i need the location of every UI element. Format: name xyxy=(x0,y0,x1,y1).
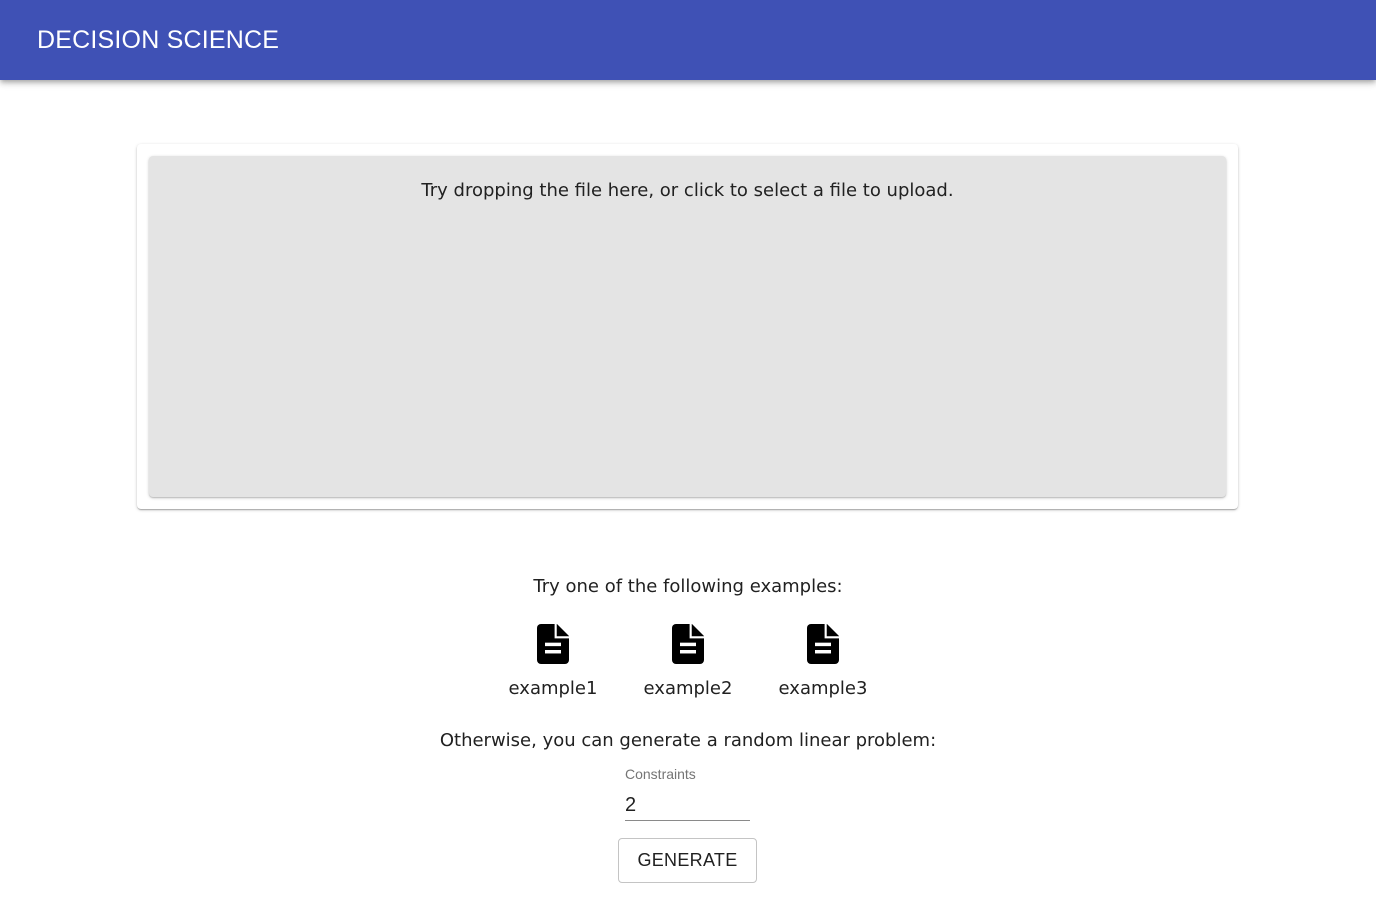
example-item-1[interactable]: example1 xyxy=(498,624,608,700)
dropzone-prompt: Try dropping the file here, or click to … xyxy=(421,180,954,201)
file-document-icon xyxy=(672,624,704,664)
app-title: DECISION SCIENCE xyxy=(37,26,280,54)
example-label: example1 xyxy=(508,678,598,699)
constraints-input[interactable] xyxy=(625,790,750,821)
constraints-label: Constraints xyxy=(625,766,696,782)
example-label: example2 xyxy=(643,678,733,699)
example-item-2[interactable]: example2 xyxy=(633,624,743,700)
app-bar: DECISION SCIENCE xyxy=(0,0,1376,80)
file-document-icon xyxy=(807,624,839,664)
generate-button[interactable]: GENERATE xyxy=(618,838,757,883)
generate-heading: Otherwise, you can generate a random lin… xyxy=(439,730,937,751)
examples-heading: Try one of the following examples: xyxy=(533,576,843,597)
upload-card: Try dropping the file here, or click to … xyxy=(137,144,1238,509)
example-item-3[interactable]: example3 xyxy=(768,624,878,700)
file-document-icon xyxy=(537,624,569,664)
file-dropzone[interactable]: Try dropping the file here, or click to … xyxy=(149,156,1226,497)
constraints-field: Constraints xyxy=(625,766,750,825)
example-label: example3 xyxy=(778,678,868,699)
